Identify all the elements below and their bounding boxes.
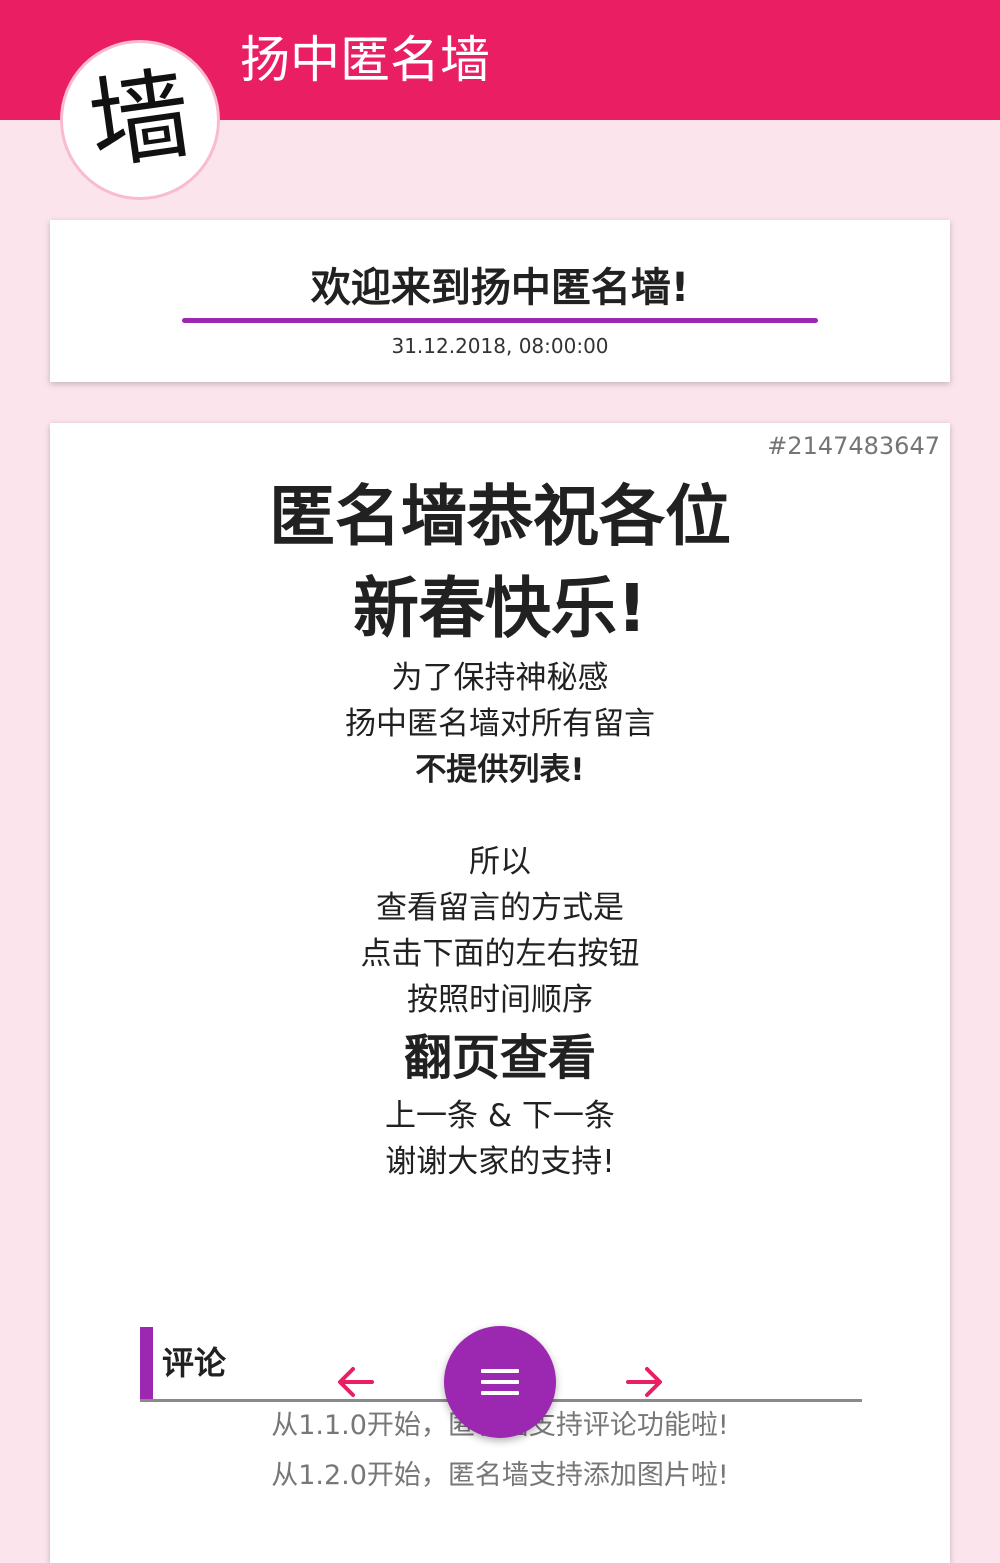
post-line-6: 点击下面的左右按钮 [360,936,640,972]
post-line-3: 不提供列表! [415,752,585,788]
comment-item: 从1.2.0开始，匿名墙支持添加图片啦! [271,1460,729,1491]
comments-label: 评论 [162,1344,227,1382]
post-line-4: 所以 [469,844,531,880]
app-title: 扬中匿名墙 [240,31,490,89]
next-post-button[interactable] [622,1360,666,1404]
post-line-8: 翻页查看 [403,1030,596,1086]
welcome-title: 欢迎来到扬中匿名墙! [310,265,690,311]
logo-avatar: 墙 [60,40,220,200]
post-content: 匿名墙恭祝各位 新春快乐! 为了保持神秘感 扬中匿名墙对所有留言 不提供列表! … [50,471,950,1185]
logo-wall-character: 墙 [82,54,198,185]
welcome-card: 欢迎来到扬中匿名墙! 31.12.2018, 08:00:00 [50,220,950,382]
previous-post-button[interactable] [334,1360,378,1404]
welcome-underline [182,318,818,323]
arrow-left-icon [338,1367,374,1397]
welcome-date: 31.12.2018, 08:00:00 [391,334,609,358]
post-line-7: 按照时间顺序 [407,982,593,1018]
menu-icon [481,1369,519,1395]
post-line-2: 扬中匿名墙对所有留言 [345,706,655,742]
post-line-9: 上一条 & 下一条 [385,1098,615,1134]
post-id: #2147483647 [767,432,940,460]
post-spacer [50,793,950,839]
menu-button[interactable] [444,1326,556,1438]
post-line-5: 查看留言的方式是 [376,890,624,926]
post-headline-1: 匿名墙恭祝各位 [269,478,731,555]
arrow-right-icon [626,1367,662,1397]
post-line-10: 谢谢大家的支持! [385,1144,615,1180]
post-line-1: 为了保持神秘感 [391,660,609,696]
comments-accent-bar [140,1327,153,1399]
post-headline-2: 新春快乐! [352,570,648,647]
